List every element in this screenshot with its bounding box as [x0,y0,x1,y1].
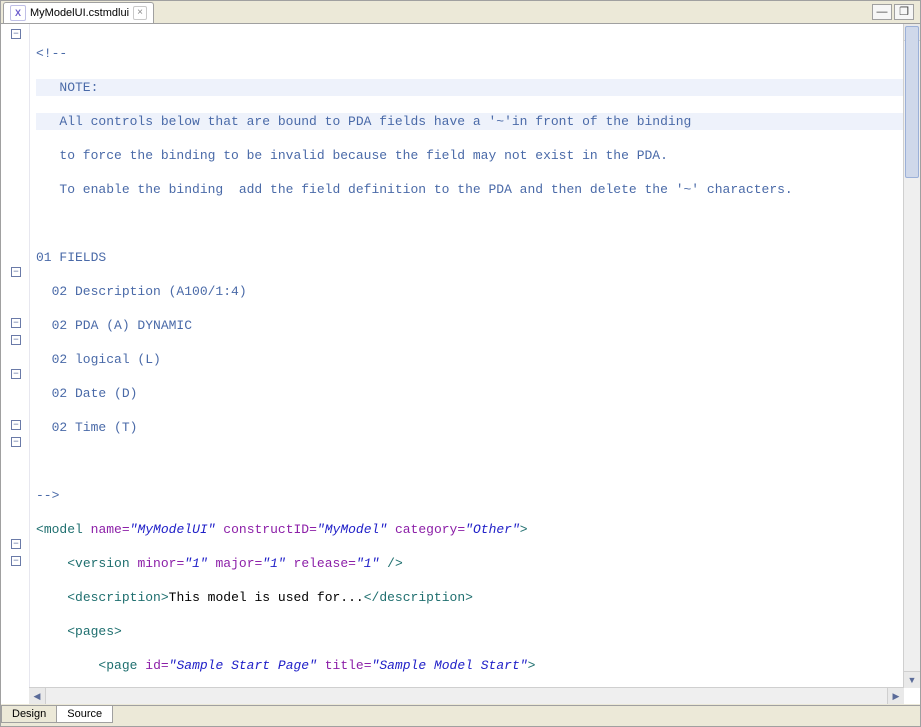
code-token: "MyModel" [317,522,387,537]
window-buttons: — ❐ [872,4,914,20]
code-token: 02 logical (L) [36,352,161,367]
code-token: category= [395,522,465,537]
fold-toggle[interactable]: − [11,539,21,549]
fold-toggle[interactable]: − [11,556,21,566]
code-token: < [67,556,75,571]
code-token: title= [325,658,372,673]
code-token: major= [215,556,262,571]
code-token: pages [75,624,114,639]
code-token: "Sample Start Page" [169,658,317,673]
code-token: "Other" [465,522,520,537]
code-token: --> [36,488,59,503]
code-token: > [114,624,122,639]
code-token: < [36,522,44,537]
fold-toggle[interactable]: − [11,369,21,379]
code-token: This model is used for... [169,590,364,605]
code-token: > [528,658,536,673]
code-token: < [67,624,75,639]
code-token: </ [364,590,380,605]
bottom-tab-bar: Design Source [1,705,920,726]
code-token: To enable the binding add the field defi… [36,182,793,197]
code-token: < [67,590,75,605]
code-token: <!-- [36,46,67,61]
code-token: 02 Description (A100/1:4) [36,284,247,299]
code-token: description [75,590,161,605]
code-token: "MyModelUI" [130,522,216,537]
scrollbar-thumb[interactable] [905,26,919,178]
code-token: id= [145,658,168,673]
code-token: "1" [262,556,285,571]
fold-toggle[interactable]: − [11,29,21,39]
code-token: page [106,658,137,673]
editor-tab[interactable]: X MyModelUI.cstmdlui × [3,2,154,23]
scroll-left-arrow-icon[interactable]: ◀ [29,688,46,704]
scroll-down-arrow-icon[interactable]: ▼ [904,671,920,688]
code-token: NOTE: [36,80,98,95]
code-token: name= [91,522,130,537]
code-token: 02 Time (T) [36,420,137,435]
code-token: 02 Date (D) [36,386,137,401]
tab-filename: MyModelUI.cstmdlui [30,7,129,19]
tab-bar: X MyModelUI.cstmdlui × — ❐ [1,1,920,23]
code-scroll[interactable]: <!-- NOTE: All controls below that are b… [30,24,920,704]
file-type-icon: X [10,5,26,21]
fold-toggle[interactable]: − [11,335,21,345]
close-icon[interactable]: × [133,6,147,20]
fold-toggle[interactable]: − [11,318,21,328]
code-token: > [161,590,169,605]
scroll-right-arrow-icon[interactable]: ▶ [887,688,904,704]
code-token: "1" [184,556,207,571]
code-token: version [75,556,130,571]
minimize-button[interactable]: — [872,4,892,20]
code-area: − − − − − − − − − <!-- NOTE: All control… [1,23,920,704]
code-token: > [465,590,473,605]
code-token: minor= [137,556,184,571]
fold-toggle[interactable]: − [11,437,21,447]
code-token: model [44,522,83,537]
code-token: > [520,522,528,537]
code-token: to force the binding to be invalid becau… [36,148,668,163]
code-token: 02 PDA (A) DYNAMIC [36,318,192,333]
code-token: 01 FIELDS [36,250,106,265]
code-token: description [379,590,465,605]
code-token: release= [294,556,356,571]
code-viewport[interactable]: <!-- NOTE: All controls below that are b… [30,24,920,704]
fold-toggle[interactable]: − [11,420,21,430]
gutter: − − − − − − − − − [1,24,30,704]
code-token: /> [387,556,403,571]
code-token: "Sample Model Start" [372,658,528,673]
maximize-button[interactable]: ❐ [894,4,914,20]
vertical-scrollbar[interactable]: ▲ ▼ [903,24,920,688]
tab-source[interactable]: Source [56,706,113,723]
tab-design[interactable]: Design [1,706,57,723]
fold-toggle[interactable]: − [11,267,21,277]
editor-frame: X MyModelUI.cstmdlui × — ❐ − − − − − − −… [0,0,921,727]
code-token: All controls below that are bound to PDA… [36,114,691,129]
code-token: constructID= [223,522,317,537]
code-token: "1" [356,556,379,571]
horizontal-scrollbar[interactable]: ◀ ▶ [29,687,904,704]
